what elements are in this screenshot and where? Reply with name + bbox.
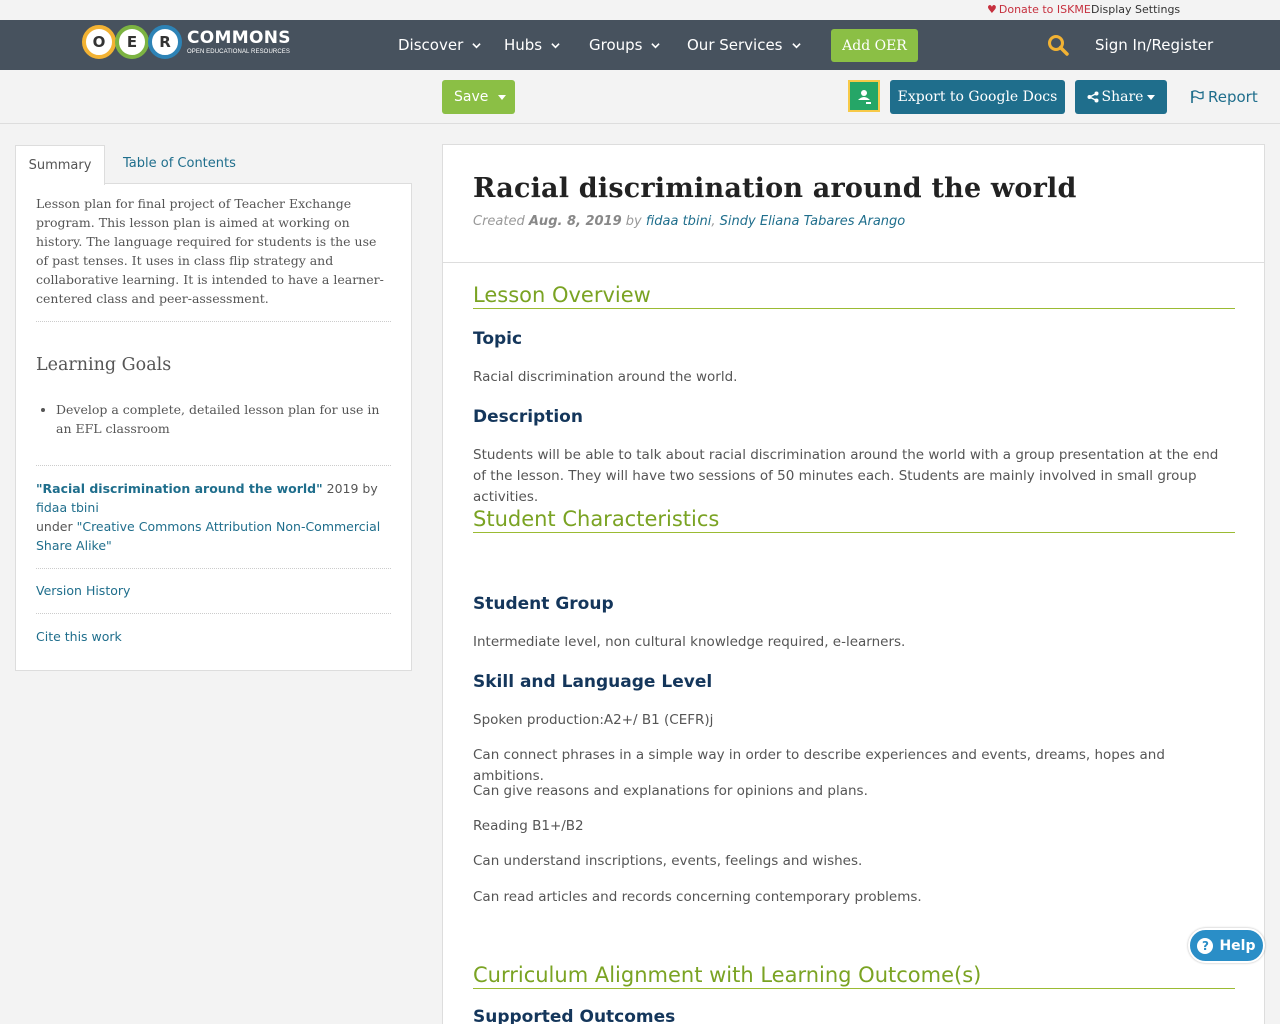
search-icon[interactable] (1047, 34, 1069, 56)
chevron-down-icon (551, 42, 560, 48)
author-link-1[interactable]: fidaa tbini (646, 214, 712, 229)
share-icon (1087, 91, 1099, 103)
page-title: Racial discrimination around the world (473, 173, 1077, 204)
nav-our-services-label: Our Services (687, 36, 783, 54)
skill-line: Can read articles and records concerning… (473, 889, 922, 905)
donate-label: Donate to ISKME (998, 3, 1091, 16)
save-button[interactable]: Save (442, 80, 515, 114)
heart-icon: ♥ (987, 3, 997, 16)
list-item: Develop a complete, detailed lesson plan… (56, 400, 391, 438)
caret-down-icon (498, 94, 507, 100)
main-navbar: O E R COMMONS OPEN EDUCATIONAL RESOURCES… (0, 20, 1280, 70)
nav-groups-label: Groups (589, 36, 643, 54)
topic-heading: Topic (473, 329, 523, 349)
resource-header: Racial discrimination around the world C… (443, 145, 1264, 263)
export-google-docs-button[interactable]: Export to Google Docs (890, 80, 1065, 114)
resource-toolbar: Save Export to Google Docs Share Report (0, 70, 1280, 124)
skill-line: Can understand inscriptions, events, fee… (473, 853, 863, 869)
share-button[interactable]: Share (1075, 80, 1167, 114)
divider (36, 568, 391, 569)
description-heading: Description (473, 407, 583, 427)
learning-goals-list: Develop a complete, detailed lesson plan… (36, 400, 391, 438)
skill-line: Spoken production:A2+/ B1 (CEFR)j (473, 712, 714, 728)
nav-our-services[interactable]: Our Services (687, 36, 801, 54)
topic-text: Racial discrimination around the world. (473, 369, 738, 385)
author-link-2[interactable]: Sindy Eliana Tabares Arango (720, 214, 906, 229)
help-label: Help (1219, 937, 1256, 954)
nav-hubs[interactable]: Hubs (504, 36, 560, 54)
divider (36, 613, 391, 614)
cite-this-work-link[interactable]: Cite this work (36, 629, 391, 644)
license-year-by: 2019 by (322, 481, 378, 496)
divider (36, 321, 391, 322)
question-icon: ? (1197, 937, 1214, 954)
logo-main-text: COMMONS (187, 27, 291, 48)
divider (36, 465, 391, 466)
nav-groups[interactable]: Groups (589, 36, 661, 54)
skill-language-heading: Skill and Language Level (473, 672, 713, 692)
license-name-link[interactable]: "Creative Commons Attribution Non-Commer… (36, 519, 380, 553)
created-date: Aug. 8, 2019 (528, 214, 622, 229)
help-button[interactable]: ? Help (1188, 928, 1265, 963)
share-label: Share (1101, 89, 1144, 105)
section-heading-lesson-overview: Lesson Overview (473, 283, 1235, 309)
skill-line: Can give reasons and explanations for op… (473, 783, 868, 799)
donate-link[interactable]: ♥ Donate to ISKME (987, 3, 1091, 16)
tab-summary[interactable]: Summary (15, 145, 105, 185)
logo-letter-r: R (148, 25, 182, 59)
save-label: Save (454, 89, 489, 105)
logo-wordmark: COMMONS OPEN EDUCATIONAL RESOURCES (187, 27, 291, 55)
created-label: Created (473, 214, 529, 229)
display-settings-link[interactable]: Display Settings (1091, 3, 1180, 16)
license-attribution: "Racial discrimination around the world"… (36, 479, 391, 555)
supported-outcomes-heading: Supported Outcomes (473, 1007, 676, 1024)
main-content: Racial discrimination around the world C… (442, 144, 1265, 1024)
section-heading-student-characteristics: Student Characteristics (473, 507, 1235, 533)
top-strip: ♥ Donate to ISKME Display Settings (0, 0, 1280, 20)
version-history-link[interactable]: Version History (36, 583, 391, 598)
add-oer-button[interactable]: Add OER (831, 29, 918, 62)
section-heading-curriculum-alignment: Curriculum Alignment with Learning Outco… (473, 963, 1235, 989)
chevron-down-icon (791, 42, 801, 48)
byline: Created Aug. 8, 2019 by fidaa tbini, Sin… (473, 214, 905, 229)
student-group-heading: Student Group (473, 594, 614, 614)
by-label: by (621, 214, 646, 229)
chevron-down-icon (651, 42, 661, 48)
logo-letter-e: E (115, 25, 149, 59)
logo-letter-o: O (82, 25, 116, 59)
description-text: Students will be able to talk about raci… (473, 447, 1219, 505)
flag-icon (1191, 90, 1204, 103)
report-label: Report (1208, 88, 1258, 106)
nav-discover-label: Discover (398, 36, 464, 54)
student-group-text: Intermediate level, non cultural knowled… (473, 634, 906, 650)
work-title-link[interactable]: "Racial discrimination around the world" (36, 481, 323, 496)
learning-goals-heading: Learning Goals (36, 355, 172, 375)
sidebar-summary-panel: Lesson plan for final project of Teacher… (15, 183, 412, 671)
license-author-link[interactable]: fidaa tbini (36, 500, 99, 515)
caret-down-icon (1147, 94, 1156, 100)
chevron-down-icon (472, 42, 481, 48)
oer-commons-logo[interactable]: O E R COMMONS OPEN EDUCATIONAL RESOURCES (82, 24, 291, 60)
report-link[interactable]: Report (1190, 88, 1258, 106)
skill-line: Reading B1+/B2 (473, 818, 584, 834)
nav-discover[interactable]: Discover (398, 36, 481, 54)
google-classroom-button[interactable] (848, 80, 880, 112)
license-under: under (36, 519, 77, 534)
summary-text: Lesson plan for final project of Teacher… (36, 196, 384, 306)
google-classroom-icon (854, 86, 874, 106)
tab-table-of-contents[interactable]: Table of Contents (123, 156, 236, 171)
author-separator: , (711, 214, 720, 229)
logo-sub-text: OPEN EDUCATIONAL RESOURCES (187, 48, 290, 55)
sign-in-register-link[interactable]: Sign In/Register (1095, 36, 1213, 54)
nav-hubs-label: Hubs (504, 36, 543, 54)
